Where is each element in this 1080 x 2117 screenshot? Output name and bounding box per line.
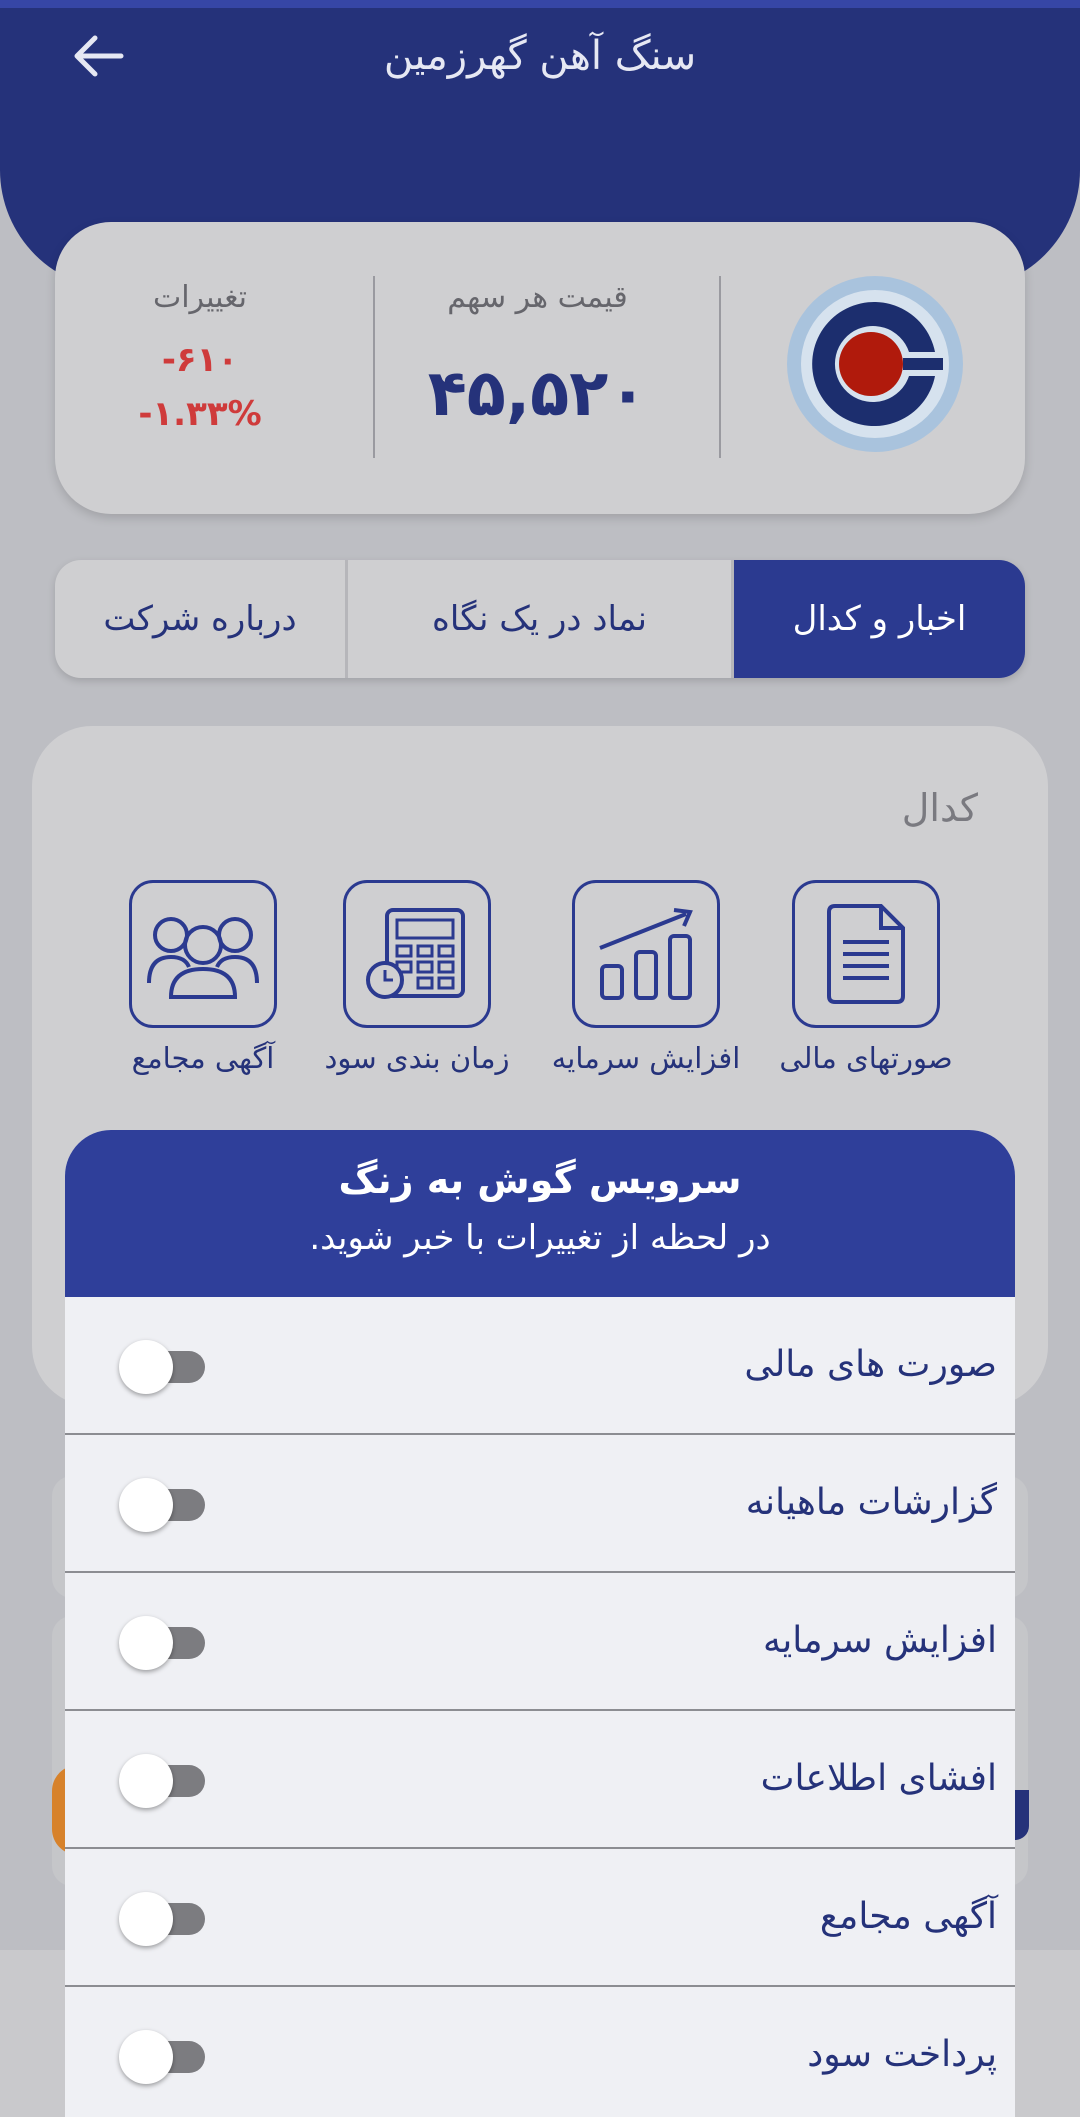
sheet-header: سرویس گوش به زنگ در لحظه از تغییرات با خ… [65, 1130, 1015, 1297]
sheet-title: سرویس گوش به زنگ [338, 1158, 742, 1202]
alert-row-disclosure: افشای اطلاعات [65, 1711, 1015, 1849]
change-label: تغییرات [152, 280, 248, 315]
alert-row-financial-statements: صورت های مالی [65, 1297, 1015, 1435]
back-button[interactable] [62, 26, 136, 86]
codal-label-dividend: زمان بندی سود [324, 1041, 510, 1075]
codal-label-financial: صورتهای مالی [779, 1041, 953, 1075]
status-strip [0, 0, 1080, 8]
alert-row-label: گزارشات ماهیانه [745, 1482, 997, 1523]
group-people-icon [147, 917, 259, 999]
alert-toggle[interactable] [119, 1339, 209, 1394]
sheet-subtitle: در لحظه از تغییرات با خبر شوید. [309, 1218, 771, 1258]
alert-row-assembly-notices: آگهی مجامع [65, 1849, 1015, 1987]
alert-row-label: افشای اطلاعات [760, 1758, 997, 1799]
alert-toggle[interactable] [119, 1753, 209, 1808]
company-logo [787, 276, 963, 452]
document-icon [827, 904, 905, 1004]
assembly-notices-button[interactable] [129, 880, 277, 1028]
alert-row-label: آگهی مجامع [819, 1896, 997, 1937]
growth-chart-icon [599, 908, 693, 1000]
alert-row-label: پرداخت سود [807, 2034, 997, 2075]
codal-label-assembly: آگهی مجامع [131, 1041, 275, 1075]
tab-separator [731, 560, 734, 678]
card-divider [719, 276, 721, 458]
page-title: سنگ آهن گهرزمین [383, 33, 697, 79]
tab-symbol-overview[interactable]: نماد در یک نگاه [348, 560, 731, 678]
alert-toggle[interactable] [119, 1891, 209, 1946]
codal-label-capital: افزایش سرمایه [551, 1041, 741, 1075]
financial-statements-button[interactable] [792, 880, 940, 1028]
background-badge [1015, 1790, 1029, 1840]
tab-bar: درباره شرکت نماد در یک نگاه اخبار و کدال [55, 560, 1025, 678]
price-card: قیمت هر سهم ۴۵,۵۲۰ تغییرات -۶۱۰ -۱.۳۳% [55, 222, 1025, 514]
dividend-schedule-button[interactable] [343, 880, 491, 1028]
card-divider [373, 276, 375, 458]
alert-row-label: صورت های مالی [744, 1344, 997, 1385]
codal-title: کدال [901, 786, 978, 830]
tab-about-company[interactable]: درباره شرکت [55, 560, 345, 678]
change-absolute: -۶۱۰ [161, 340, 239, 380]
calculator-clock-icon [366, 908, 465, 999]
tab-separator [345, 560, 348, 678]
alert-toggle[interactable] [119, 1615, 209, 1670]
alert-row-dividend-payment: پرداخت سود [65, 1987, 1015, 2117]
arrow-left-icon [74, 35, 124, 77]
alert-row-monthly-reports: گزارشات ماهیانه [65, 1435, 1015, 1573]
alert-toggle[interactable] [119, 1477, 209, 1532]
alert-service-sheet: سرویس گوش به زنگ در لحظه از تغییرات با خ… [65, 1130, 1015, 2117]
change-percent: -۱.۳۳% [138, 394, 262, 434]
price-label: قیمت هر سهم [447, 280, 628, 315]
alert-toggle[interactable] [119, 2029, 209, 2084]
alert-row-label: افزایش سرمایه [762, 1620, 997, 1661]
tab-news-codal[interactable]: اخبار و کدال [734, 560, 1025, 678]
alert-row-capital-increase: افزایش سرمایه [65, 1573, 1015, 1711]
price-value: ۴۵,۵۲۰ [427, 357, 648, 431]
capital-increase-button[interactable] [572, 880, 720, 1028]
